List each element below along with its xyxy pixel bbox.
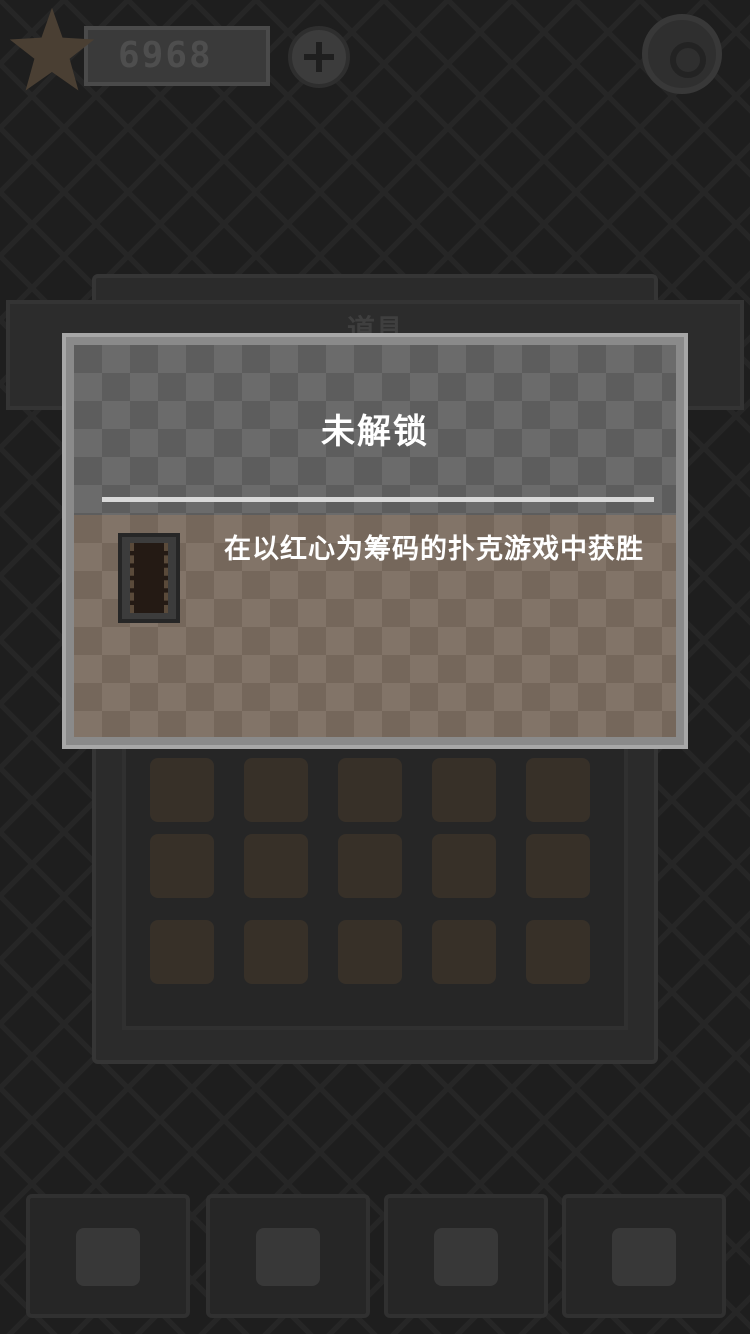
syringe-icon[interactable]	[526, 834, 590, 898]
locked-item-dialog[interactable]: 未解锁 在以红心为筹码的扑克游戏中获胜	[62, 333, 688, 749]
settings-button[interactable]	[642, 14, 722, 94]
chest-icon	[256, 1228, 320, 1286]
coin-count: 6968	[118, 35, 213, 76]
top-bar: 6968	[0, 0, 750, 110]
glasses-icon[interactable]	[338, 834, 402, 898]
unlock-description: 在以红心为筹码的扑克游戏中获胜	[224, 534, 644, 565]
dialog-title: 未解锁	[321, 412, 429, 452]
dialog-body: 在以红心为筹码的扑克游戏中获胜	[74, 515, 676, 737]
film-strip-frame	[130, 543, 168, 613]
dialog-inner: 未解锁 在以红心为筹码的扑克游戏中获胜	[74, 345, 676, 737]
coupon-icon[interactable]	[150, 834, 214, 898]
pickaxe-icon[interactable]	[526, 758, 590, 822]
hourglass-icon[interactable]	[150, 920, 214, 984]
add-coins-button[interactable]	[288, 26, 350, 88]
poop-icon[interactable]	[244, 834, 308, 898]
dialog-header: 未解锁	[74, 345, 676, 515]
skate-icon[interactable]	[244, 920, 308, 984]
film-strip-icon[interactable]	[244, 758, 308, 822]
character-icon	[76, 1228, 140, 1286]
potion-icon[interactable]	[432, 920, 496, 984]
donut-icon[interactable]	[526, 920, 590, 984]
item-grid	[122, 740, 628, 1030]
nav-character-button[interactable]	[26, 1194, 190, 1318]
bottle-icon[interactable]	[432, 758, 496, 822]
nav-trophy-button[interactable]	[562, 1194, 726, 1318]
film-strip-icon	[118, 533, 180, 623]
runner-icon[interactable]	[432, 834, 496, 898]
trophy-icon	[612, 1228, 676, 1286]
horn-icon[interactable]	[338, 758, 402, 822]
star-icon	[9, 7, 95, 91]
shield-icon[interactable]	[150, 758, 214, 822]
skull-icon	[434, 1228, 498, 1286]
dialog-divider	[102, 497, 654, 502]
eye-icon[interactable]	[338, 920, 402, 984]
nav-chest-button[interactable]	[206, 1194, 370, 1318]
nav-boss-button[interactable]	[384, 1194, 548, 1318]
